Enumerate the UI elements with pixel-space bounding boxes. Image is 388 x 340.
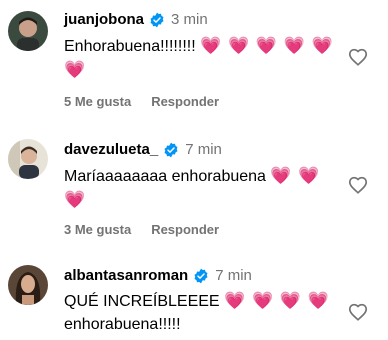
comment-time: 7 min [215,267,252,284]
comment-2: davezulueta_ 7 min Maríaaaaaaaa enhorabu… [0,130,388,240]
comment-text: Enhorabuena!!!!!!!! 💗 💗 💗 💗 💗 💗 [64,34,334,82]
comment-3: albantasanroman 7 min QUÉ INCREÍBLEEEE 💗… [0,258,388,340]
heart-outline-icon[interactable] [347,301,369,323]
comment-time: 3 min [171,11,208,28]
verified-badge-icon [194,268,208,283]
comment-text: Maríaaaaaaaa enhorabuena 💗 💗 💗 [64,164,334,212]
comment-body-continued: enhorabuena!!!!! [64,316,181,333]
comment-body: QUÉ INCREÍBLEEEE [64,293,220,310]
comment-time: 7 min [185,141,222,158]
avatar-albantasanroman[interactable] [8,265,48,305]
reply-button[interactable]: Responder [151,94,219,109]
heart-outline-icon[interactable] [347,46,369,68]
comment-1: juanjobona 3 min Enhorabuena!!!!!!!! 💗 💗… [0,0,388,120]
likes-count[interactable]: 5 Me gusta [64,94,131,109]
username[interactable]: juanjobona [64,11,144,28]
verified-badge-icon [164,142,178,157]
username[interactable]: davezulueta_ [64,141,158,158]
reply-button[interactable]: Responder [151,222,219,237]
username[interactable]: albantasanroman [64,267,188,284]
comment-body: Enhorabuena!!!!!!!! [64,38,196,55]
likes-count[interactable]: 3 Me gusta [64,222,131,237]
comment-body: Maríaaaaaaaa enhorabuena [64,168,266,185]
heart-outline-icon[interactable] [347,174,369,196]
avatar-davezulueta[interactable] [8,139,48,179]
avatar-juanjobona[interactable] [8,11,48,51]
heart-emojis: 💗 💗 💗 💗 [224,291,330,310]
comment-text: QUÉ INCREÍBLEEEE 💗 💗 💗 💗 enhorabuena!!!!… [64,289,334,336]
verified-badge-icon [150,12,164,27]
